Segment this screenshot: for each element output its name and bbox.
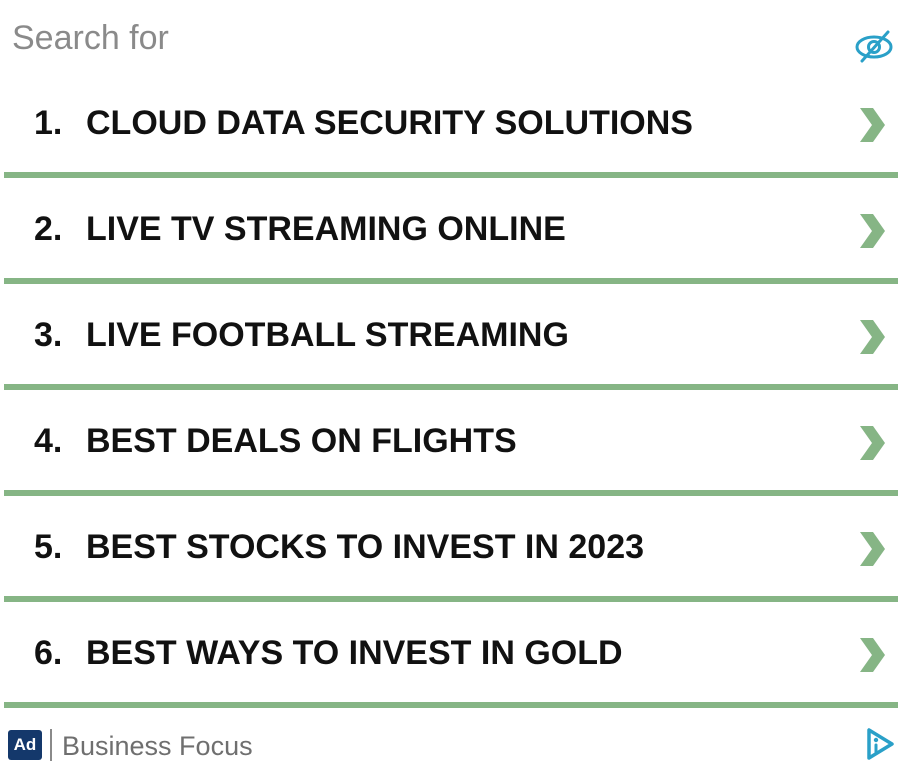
suggestion-label: CLOUD DATA SECURITY SOLUTIONS xyxy=(86,104,693,142)
chevron-right-icon xyxy=(860,108,885,142)
search-suggestion-6[interactable]: 6. BEST WAYS TO INVEST IN GOLD xyxy=(4,602,898,708)
chevron-right-icon xyxy=(860,320,885,354)
search-suggestion-3[interactable]: 3. LIVE FOOTBALL STREAMING xyxy=(4,284,898,390)
search-suggestion-1[interactable]: 1. CLOUD DATA SECURITY SOLUTIONS xyxy=(4,72,898,178)
chevron-right-icon xyxy=(860,426,885,460)
search-suggestion-4[interactable]: 4. BEST DEALS ON FLIGHTS xyxy=(4,390,898,496)
suggestion-text: 1. CLOUD DATA SECURITY SOLUTIONS xyxy=(34,103,693,143)
suggestion-number: 3. xyxy=(34,316,63,354)
chevron-right-icon xyxy=(860,214,885,248)
suggestion-label: LIVE FOOTBALL STREAMING xyxy=(86,316,569,354)
eye-off-icon[interactable] xyxy=(852,28,896,64)
suggestion-text: 3. LIVE FOOTBALL STREAMING xyxy=(34,315,569,355)
search-ad-unit: Search for 1. CLOUD DATA SECURITY SOLUTIO… xyxy=(0,0,898,768)
suggestion-text: 5. BEST STOCKS TO INVEST IN 2023 xyxy=(34,527,644,567)
ad-badge: Ad xyxy=(8,730,42,760)
suggestion-label: BEST DEALS ON FLIGHTS xyxy=(86,422,517,460)
chevron-right-icon xyxy=(860,532,885,566)
suggestion-number: 2. xyxy=(34,210,63,248)
footer-divider xyxy=(50,729,52,761)
suggestion-number: 4. xyxy=(34,422,63,460)
advertiser-name: Business Focus xyxy=(62,731,253,761)
header: Search for xyxy=(0,0,898,74)
adchoices-icon[interactable] xyxy=(864,726,896,762)
chevron-right-icon xyxy=(860,638,885,672)
suggestion-label: LIVE TV STREAMING ONLINE xyxy=(86,210,566,248)
ad-footer: Ad Business Focus xyxy=(0,722,898,768)
suggestion-number: 5. xyxy=(34,528,63,566)
search-for-label: Search for xyxy=(12,19,169,57)
search-suggestion-5[interactable]: 5. BEST STOCKS TO INVEST IN 2023 xyxy=(4,496,898,602)
suggestion-text: 4. BEST DEALS ON FLIGHTS xyxy=(34,421,517,461)
search-suggestions-list: 1. CLOUD DATA SECURITY SOLUTIONS 2. LIVE T… xyxy=(4,72,898,708)
search-suggestion-2[interactable]: 2. LIVE TV STREAMING ONLINE xyxy=(4,178,898,284)
suggestion-number: 1. xyxy=(34,104,63,142)
suggestion-text: 2. LIVE TV STREAMING ONLINE xyxy=(34,209,566,249)
suggestion-label: BEST WAYS TO INVEST IN GOLD xyxy=(86,634,623,672)
suggestion-number: 6. xyxy=(34,634,63,672)
suggestion-text: 6. BEST WAYS TO INVEST IN GOLD xyxy=(34,633,623,673)
suggestion-label: BEST STOCKS TO INVEST IN 2023 xyxy=(86,528,645,566)
